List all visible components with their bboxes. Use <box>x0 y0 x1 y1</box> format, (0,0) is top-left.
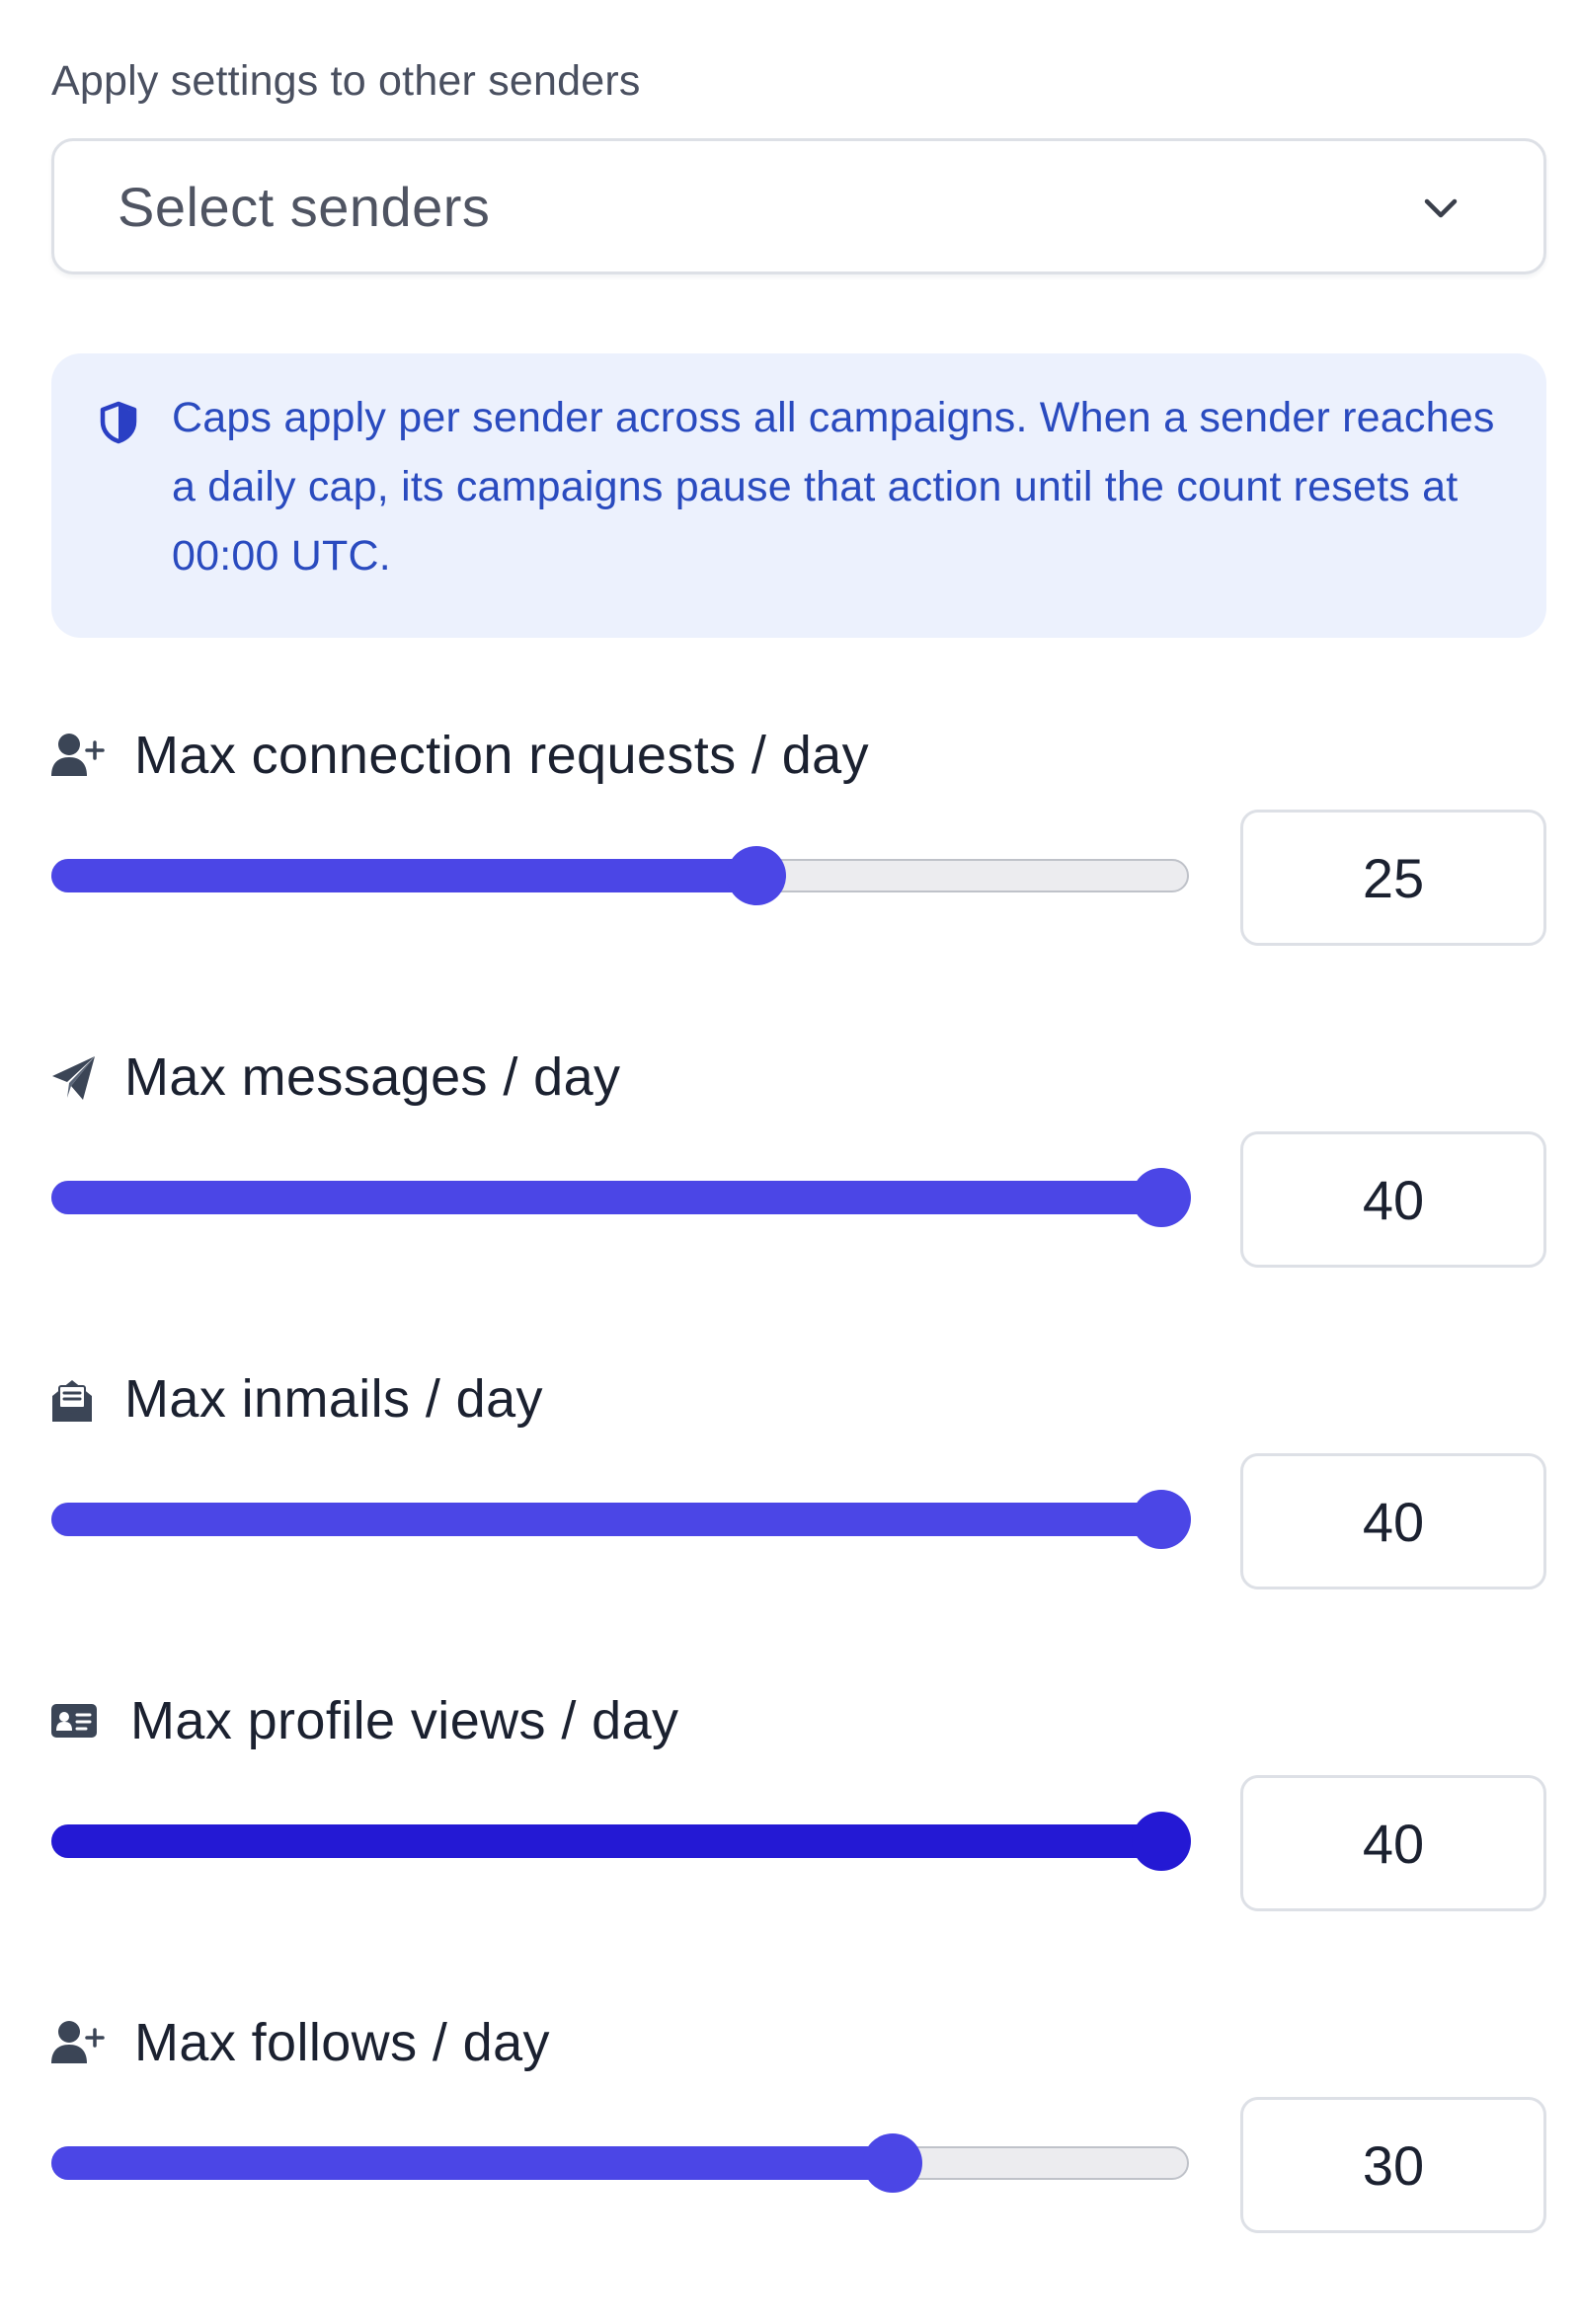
inmails-slider[interactable] <box>51 1490 1191 1549</box>
shield-icon <box>100 401 137 444</box>
follows-input[interactable]: 30 <box>1240 2097 1546 2233</box>
inmails-input[interactable]: 40 <box>1240 1453 1546 1589</box>
slider-thumb[interactable] <box>1132 1812 1191 1871</box>
setting-messages: Max messages / day 40 <box>0 1047 1580 1358</box>
user-plus-icon <box>51 2021 105 2063</box>
select-senders-placeholder: Select senders <box>118 175 491 238</box>
slider-fill <box>51 1503 1165 1536</box>
slider-thumb[interactable] <box>1132 1490 1191 1549</box>
slider-thumb[interactable] <box>727 846 787 905</box>
profile-views-input[interactable]: 40 <box>1240 1775 1546 1911</box>
slider-fill <box>51 2146 898 2180</box>
messages-slider[interactable] <box>51 1168 1191 1227</box>
slider-thumb[interactable] <box>863 2133 923 2193</box>
info-banner: Caps apply per sender across all campaig… <box>51 353 1546 638</box>
setting-profile-views: Max profile views / day 40 <box>0 1691 1580 2002</box>
chevron-down-icon <box>1424 198 1458 218</box>
slider-fill <box>51 1824 1165 1858</box>
setting-inmails: Max inmails / day 40 <box>0 1369 1580 1680</box>
messages-input[interactable]: 40 <box>1240 1131 1546 1268</box>
id-card-icon <box>51 1704 97 1738</box>
slider-fill <box>51 1181 1165 1214</box>
paper-plane-icon <box>52 1056 95 1100</box>
setting-label: Max inmails / day <box>124 1369 543 1429</box>
setting-connection-requests: Max connection requests / day 25 <box>0 726 1580 1037</box>
info-text: Caps apply per sender across all campaig… <box>172 394 1495 580</box>
setting-follows: Max follows / day 30 <box>0 2013 1580 2324</box>
setting-label: Max follows / day <box>134 2013 550 2072</box>
profile-views-slider[interactable] <box>51 1812 1191 1871</box>
select-senders-dropdown[interactable]: Select senders <box>51 138 1546 274</box>
user-plus-icon <box>51 734 105 776</box>
apply-settings-label: Apply settings to other senders <box>51 57 641 105</box>
follows-slider[interactable] <box>51 2133 1189 2193</box>
slider-fill <box>51 859 761 892</box>
setting-label: Max connection requests / day <box>134 726 870 785</box>
connection-requests-input[interactable]: 25 <box>1240 810 1546 946</box>
slider-thumb[interactable] <box>1132 1168 1191 1227</box>
envelope-open-icon <box>52 1380 92 1422</box>
setting-label: Max profile views / day <box>130 1691 679 1750</box>
setting-label: Max messages / day <box>124 1047 621 1107</box>
connection-requests-slider[interactable] <box>51 846 1189 905</box>
